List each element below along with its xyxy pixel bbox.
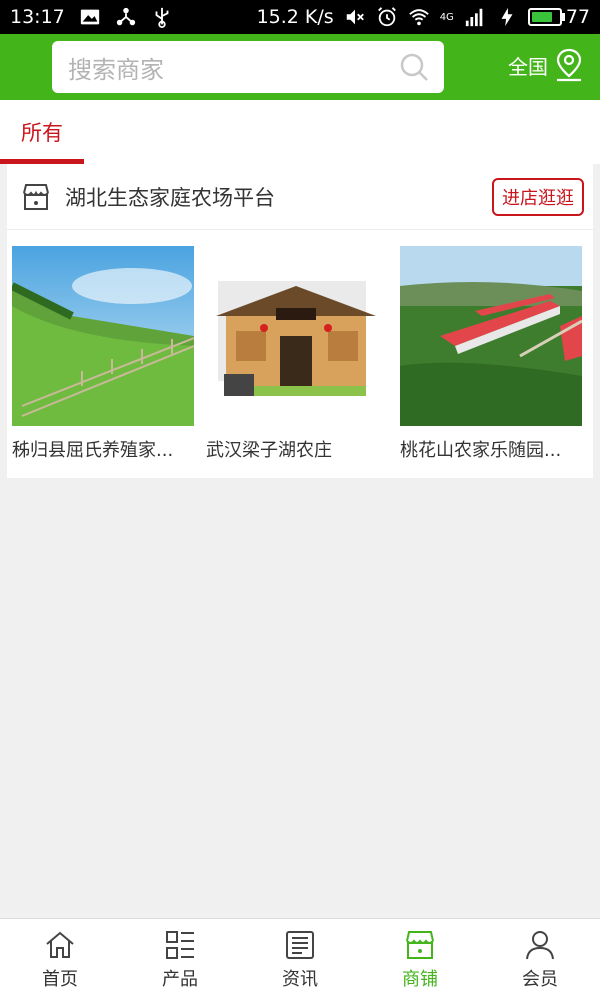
product-image[interactable] [10,246,195,426]
mute-icon [346,9,364,25]
location-pin-icon [556,48,582,82]
nav-label: 商铺 [402,968,438,990]
search-input[interactable]: 搜索商家 [52,41,444,93]
nav-products[interactable]: 产品 [120,919,240,1000]
nav-home[interactable]: 首页 [0,919,120,1000]
news-icon [286,930,314,959]
nav-shops[interactable]: 商铺 [360,919,480,1000]
network-speed: 15.2 K/s [256,6,334,28]
signal-icon [465,8,483,27]
region-label: 全国 [508,54,548,79]
charging-icon [501,7,513,27]
product-title[interactable]: 秭归县屈氏养殖家... [12,436,192,462]
product-title[interactable]: 桃花山农家乐随园... [400,436,580,462]
status-bar: 13:17 15.2 K/s 4G 77 [0,0,600,34]
store-header: 湖北生态家庭农场平台 进店逛逛 [7,164,593,230]
enter-store-button[interactable]: 进店逛逛 [492,177,584,216]
tab-label: 所有 [21,121,63,145]
product-title[interactable]: 武汉梁子湖农庄 [206,436,386,462]
battery-percent: 77 [565,6,590,28]
nav-label: 资讯 [282,968,318,990]
nav-label: 会员 [522,968,558,990]
region-selector[interactable]: 全国 [508,48,584,82]
nav-news[interactable]: 资讯 [240,919,360,1000]
wifi-icon [408,9,429,26]
product-item[interactable]: 秭归县屈氏养殖家... [10,246,195,462]
share-notification-icon [116,7,135,26]
product-item[interactable]: 桃花山农家乐随园... [400,246,583,462]
nav-member[interactable]: 会员 [480,919,600,1000]
shop-icon [406,930,434,959]
tab-all[interactable]: 所有 [0,100,84,164]
nav-label: 首页 [42,968,78,990]
grid-list-icon [166,930,194,959]
alarm-icon [377,7,396,27]
nav-label: 产品 [162,968,198,990]
product-item[interactable]: 武汉梁子湖农庄 [206,246,388,462]
status-time: 13:17 [10,6,65,28]
usb-icon [155,7,169,28]
shop-icon [23,183,49,210]
search-icon[interactable] [398,51,430,83]
category-tabs: 所有 [0,100,600,164]
user-icon [526,930,554,959]
product-list: 秭归县屈氏养殖家... 武汉梁子湖农庄 桃花山农家乐随园... [7,230,593,478]
app-header: 搜索商家 全国 [0,34,600,100]
image-notification-icon [80,9,99,25]
product-image[interactable] [206,246,388,426]
bottom-nav: 首页 产品 资讯 商铺 会员 [0,918,600,1000]
store-card: 湖北生态家庭农场平台 进店逛逛 秭归县屈氏养殖家... 武汉梁子湖农庄 桃花山农… [7,164,593,478]
store-name[interactable]: 湖北生态家庭农场平台 [65,182,492,212]
product-image[interactable] [400,246,583,426]
network-type: 4G [439,11,454,23]
home-icon [46,931,74,958]
search-placeholder: 搜索商家 [68,55,164,84]
battery-indicator: 77 [527,6,590,28]
